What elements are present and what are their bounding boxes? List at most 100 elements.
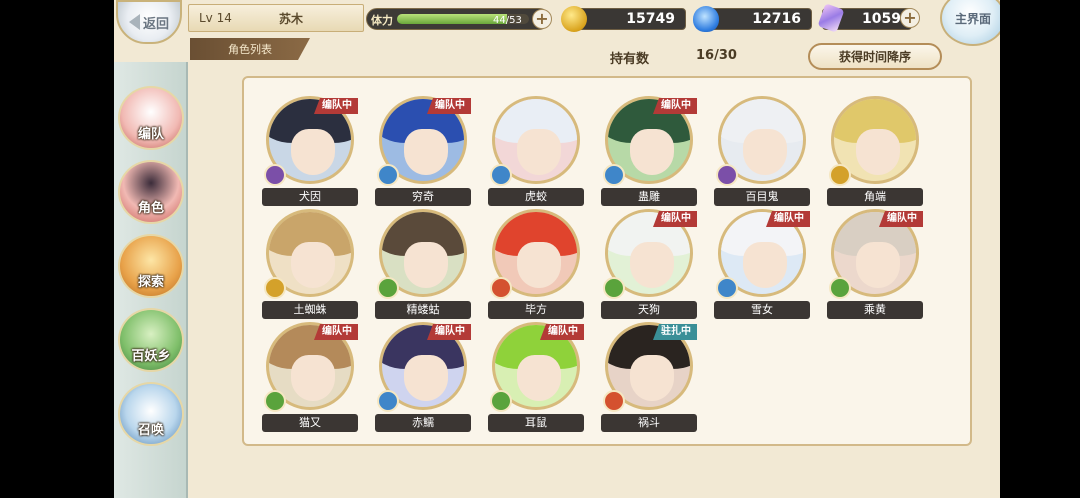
portrait-face — [517, 355, 561, 401]
green-element-icon — [377, 277, 399, 299]
stamina-bar: 体力 44/53 — [366, 8, 550, 30]
sidebar-item-label: 探索 — [137, 275, 164, 290]
stamina-label: 体力 — [371, 14, 393, 27]
player-name: 苏木 — [279, 11, 304, 26]
character-card[interactable]: 编队中 天狗 — [601, 209, 697, 321]
blue-element-icon — [603, 164, 625, 186]
green-element-icon — [603, 277, 625, 299]
stamina-fill — [397, 14, 507, 24]
player-level: Lv 14 — [199, 11, 232, 25]
character-name: 虎蛟 — [488, 188, 584, 206]
sidebar-item-label: 百妖乡 — [131, 349, 171, 364]
character-grid: 编队中 犬因 编队中 穷奇 虎蛟 编队中 蛊雕 百目鬼 角端 土蜘蛛 精蝼蛄 毕方 编队中 天狗 编队中 雪女… — [242, 76, 972, 446]
status-badge: 编队中 — [766, 211, 810, 227]
green-element-icon — [264, 390, 286, 412]
character-card[interactable]: 编队中 猫又 — [262, 322, 358, 434]
character-card[interactable]: 编队中穷奇 — [375, 96, 471, 208]
status-badge: 编队中 — [540, 324, 584, 340]
portrait-face — [291, 355, 335, 401]
home-label: 主界面 — [954, 11, 991, 26]
add-stamina-button[interactable]: + — [532, 9, 552, 29]
sort-label: 获得时间降序 — [838, 50, 911, 64]
character-name: 蛊雕 — [601, 188, 697, 206]
character-name: 百目鬼 — [714, 188, 810, 206]
blue-flame-icon — [693, 6, 719, 32]
character-name: 耳鼠 — [488, 414, 584, 432]
portrait-face — [856, 242, 900, 288]
portrait-face — [291, 129, 335, 175]
character-card[interactable]: 毕方 — [488, 209, 584, 321]
gold-element-icon — [264, 277, 286, 299]
owned-count-value: 16/30 — [696, 48, 737, 63]
portrait-face — [630, 129, 674, 175]
character-name: 祸斗 — [601, 414, 697, 432]
add-crystal-button[interactable]: + — [900, 8, 920, 28]
status-badge: 驻扎中 — [653, 324, 697, 340]
sort-button[interactable]: 获得时间降序 — [808, 43, 942, 70]
character-card[interactable]: 编队中 蛊雕 — [601, 96, 697, 208]
purple-element-icon — [716, 164, 738, 186]
green-element-icon — [490, 390, 512, 412]
portrait-face — [856, 129, 900, 175]
blue-element-icon — [716, 277, 738, 299]
character-card[interactable]: 精蝼蛄 — [375, 209, 471, 321]
status-badge: 编队中 — [427, 324, 471, 340]
status-badge: 编队中 — [427, 98, 471, 114]
green-element-icon — [829, 277, 851, 299]
status-badge: 编队中 — [314, 98, 358, 114]
sidebar-item-explore[interactable]: 探索 — [118, 234, 184, 298]
status-badge: 编队中 — [653, 211, 697, 227]
character-card[interactable]: 百目鬼 — [714, 96, 810, 208]
gold-value: 15749 — [626, 11, 675, 27]
crystal-value: 1059 — [862, 11, 901, 27]
status-badge: 编队中 — [879, 211, 923, 227]
character-card[interactable]: 驻扎中祸斗 — [601, 322, 697, 434]
owned-count-label: 持有数 — [610, 52, 650, 67]
character-name: 毕方 — [488, 301, 584, 319]
crystal-icon — [817, 3, 845, 33]
right-black-bar — [1000, 0, 1080, 498]
blue-element-icon — [490, 164, 512, 186]
sidebar-item-team[interactable]: 编队 — [118, 86, 184, 150]
back-button[interactable]: 返回 — [116, 0, 182, 44]
gold-element-icon — [829, 164, 851, 186]
spirit-value: 12716 — [752, 11, 801, 27]
red-element-icon — [490, 277, 512, 299]
sidebar-item-label: 编队 — [137, 127, 164, 142]
sidebar-item-village[interactable]: 百妖乡 — [118, 308, 184, 372]
portrait-face — [404, 355, 448, 401]
stamina-value: 44/53 — [493, 15, 522, 26]
game-screen: 返回 Lv 14 苏木 角色列表 体力 44/53 + 15749 12716 … — [114, 0, 1000, 498]
sidebar-item-label: 角色 — [137, 201, 164, 216]
blue-element-icon — [377, 164, 399, 186]
character-card[interactable]: 编队中 雪女 — [714, 209, 810, 321]
red-element-icon — [603, 390, 625, 412]
character-card[interactable]: 角端 — [827, 96, 923, 208]
gold-coin-icon — [561, 6, 587, 32]
character-card[interactable]: 虎蛟 — [488, 96, 584, 208]
character-name: 犬因 — [262, 188, 358, 206]
character-card[interactable]: 编队中乘黄 — [827, 209, 923, 321]
character-name: 精蝼蛄 — [375, 301, 471, 319]
character-card[interactable]: 土蜘蛛 — [262, 209, 358, 321]
portrait-face — [743, 129, 787, 175]
character-name: 角端 — [827, 188, 923, 206]
character-name: 赤鱬 — [375, 414, 471, 432]
back-label: 返回 — [142, 16, 169, 32]
sidebar-item-summon[interactable]: 召唤 — [118, 382, 184, 446]
side-menu: 编队 角色 探索 百妖乡 召唤 — [114, 62, 188, 498]
character-card[interactable]: 编队中赤鱬 — [375, 322, 471, 434]
status-badge: 编队中 — [314, 324, 358, 340]
character-card[interactable]: 编队中耳鼠 — [488, 322, 584, 434]
home-button[interactable]: 主界面 — [940, 0, 1000, 46]
blue-element-icon — [377, 390, 399, 412]
character-name: 乘黄 — [827, 301, 923, 319]
character-name: 穷奇 — [375, 188, 471, 206]
gold-counter: 15749 — [561, 6, 686, 32]
character-card[interactable]: 编队中犬因 — [262, 96, 358, 208]
sidebar-item-characters[interactable]: 角色 — [118, 160, 184, 224]
player-plate: Lv 14 苏木 — [188, 4, 364, 32]
portrait-face — [517, 129, 561, 175]
portrait-face — [404, 242, 448, 288]
portrait-face — [517, 242, 561, 288]
